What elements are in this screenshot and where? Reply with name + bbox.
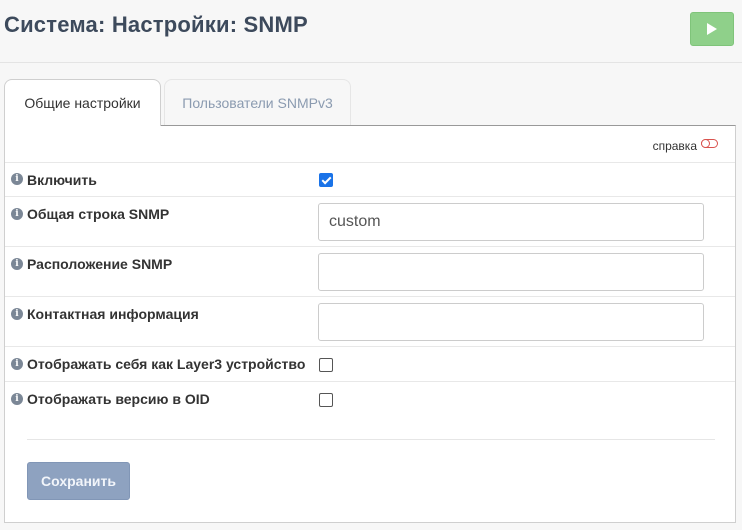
info-icon[interactable]: i — [11, 258, 23, 270]
tab-bar: Общие настройки Пользователи SNMPv3 — [4, 79, 738, 126]
info-icon[interactable]: i — [11, 173, 23, 185]
row-layer3: i Отображать себя как Layer3 устройство — [5, 347, 735, 382]
row-contact: i Контактная информация — [5, 297, 735, 347]
play-icon — [707, 23, 717, 35]
info-icon[interactable]: i — [11, 208, 23, 220]
location-input[interactable] — [318, 253, 704, 291]
enable-checkbox[interactable] — [319, 173, 333, 187]
row-community: i Общая строка SNMP custom — [5, 197, 735, 247]
settings-panel: справка i Включить i Общая строка SNMP c… — [4, 125, 736, 523]
community-input[interactable]: custom — [318, 203, 704, 241]
info-icon[interactable]: i — [11, 308, 23, 320]
divider — [27, 439, 715, 440]
oid-version-label: Отображать версию в OID — [27, 391, 210, 407]
run-button[interactable] — [690, 12, 734, 46]
tab-general-settings[interactable]: Общие настройки — [4, 79, 161, 126]
toggle-knob — [701, 139, 710, 148]
page-title: Система: Настройки: SNMP — [4, 12, 308, 37]
help-row: справка — [5, 126, 735, 163]
location-label: Расположение SNMP — [27, 256, 173, 272]
save-button[interactable]: Сохранить — [27, 462, 130, 500]
enable-label: Включить — [27, 172, 97, 188]
contact-label: Контактная информация — [27, 306, 199, 322]
info-icon[interactable]: i — [11, 358, 23, 370]
help-label[interactable]: справка — [653, 139, 697, 153]
page-header: Система: Настройки: SNMP — [0, 0, 742, 63]
layer3-label: Отображать себя как Layer3 устройство — [27, 356, 306, 372]
row-location: i Расположение SNMP — [5, 247, 735, 297]
row-oid-version: i Отображать версию в OID — [5, 382, 735, 417]
help-toggle[interactable] — [701, 139, 718, 148]
row-enable: i Включить — [5, 162, 735, 197]
tab-snmpv3-users[interactable]: Пользователи SNMPv3 — [164, 79, 351, 125]
oid-version-checkbox[interactable] — [319, 393, 333, 407]
community-label: Общая строка SNMP — [27, 206, 170, 222]
contact-input[interactable] — [318, 303, 704, 341]
layer3-checkbox[interactable] — [319, 358, 333, 372]
info-icon[interactable]: i — [11, 393, 23, 405]
